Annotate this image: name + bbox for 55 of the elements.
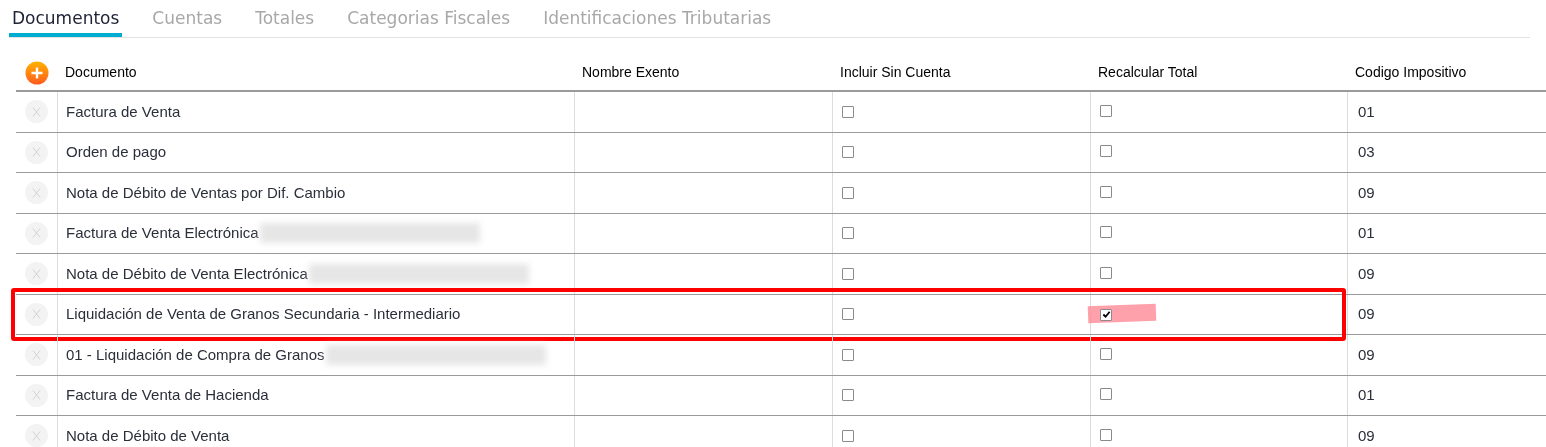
table-cell-text: Nota de Débito de Venta — [66, 425, 230, 446]
checkbox[interactable] — [842, 389, 854, 402]
tab[interactable]: Categorias Fiscales — [344, 0, 514, 37]
table-cell-text: Nota de Débito de Ventas por Dif. Cambio — [66, 182, 346, 203]
checkbox[interactable] — [842, 227, 854, 240]
table-cell-text: 09 — [1358, 263, 1375, 284]
close-icon — [32, 389, 41, 402]
close-icon — [32, 429, 41, 442]
checkbox[interactable] — [842, 105, 854, 118]
checkbox[interactable] — [842, 186, 854, 199]
checkbox[interactable] — [842, 267, 854, 280]
table-cell-text: Nota de Débito de Venta Electrónica — [66, 263, 308, 284]
column-header: Codigo Impositivo — [1354, 63, 1468, 82]
close-icon — [32, 308, 41, 321]
close-icon — [32, 146, 41, 159]
close-icon — [32, 227, 41, 240]
add-icon[interactable] — [25, 60, 49, 85]
table-cell-text: 01 — [1358, 223, 1375, 243]
tab[interactable]: Documentos — [9, 0, 123, 37]
checkbox[interactable] — [1100, 428, 1112, 441]
close-icon — [32, 348, 41, 361]
table-cell-text: 09 — [1358, 425, 1375, 446]
column-header: Incluir Sin Cuenta — [839, 63, 952, 82]
table-cell-text: 09 — [1358, 182, 1375, 203]
checkbox[interactable] — [1100, 145, 1112, 157]
table-cell-text: Liquidación de Venta de Granos Secundaria - Intermediario — [66, 304, 461, 324]
table-cell-text: Factura de Venta — [66, 101, 181, 122]
checkbox[interactable] — [1100, 104, 1112, 117]
checkbox[interactable] — [842, 146, 854, 159]
checkbox[interactable] — [1100, 185, 1112, 198]
tab[interactable]: Cuentas — [149, 0, 226, 37]
checkbox[interactable] — [842, 308, 854, 321]
checkbox[interactable] — [842, 348, 854, 361]
table-cell-text: Orden de pago — [66, 142, 167, 162]
table-cell-text: 01 — [1358, 385, 1375, 405]
close-icon — [32, 186, 41, 199]
tab[interactable]: Identificaciones Tributarias — [540, 0, 775, 37]
table-cell-text: 09 — [1358, 344, 1375, 365]
close-icon — [32, 105, 41, 118]
column-header: Recalcular Total — [1097, 63, 1199, 82]
checkbox[interactable] — [1100, 226, 1112, 238]
table-cell-text: Factura de Venta de Hacienda — [66, 385, 269, 405]
checkbox[interactable] — [1100, 347, 1112, 360]
close-icon — [32, 267, 41, 280]
column-header: Nombre Exento — [581, 63, 681, 82]
checkbox[interactable] — [842, 429, 854, 442]
column-header: Documento — [64, 63, 138, 82]
table-cell-text: 01 — [1358, 101, 1375, 122]
table-cell-text: 01 - Liquidación de Compra de Granos — [66, 344, 325, 365]
table-cell-text: 09 — [1358, 304, 1375, 324]
checkbox[interactable] — [1100, 388, 1112, 400]
table-cell-text: 03 — [1358, 142, 1375, 162]
table-cell-text: Factura de Venta Electrónica — [66, 223, 259, 243]
checkbox[interactable] — [1100, 266, 1112, 279]
tab[interactable]: Totales — [252, 0, 318, 37]
